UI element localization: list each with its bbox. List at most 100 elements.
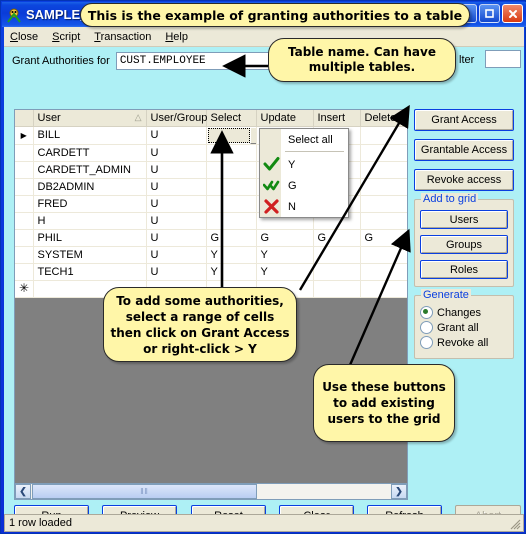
- context-menu-item-g-label: G: [288, 179, 297, 192]
- row-marker[interactable]: [15, 161, 34, 179]
- scroll-left-arrow[interactable]: ❮: [15, 484, 31, 499]
- cell-delete[interactable]: [360, 212, 407, 230]
- menu-item-script[interactable]: Script: [52, 31, 80, 43]
- cell-usergroup[interactable]: U: [146, 178, 207, 196]
- cell-update[interactable]: G: [256, 229, 314, 247]
- cell-usergroup[interactable]: U: [146, 161, 207, 179]
- cell-usergroup[interactable]: U: [146, 126, 207, 145]
- filter-input[interactable]: [485, 50, 521, 68]
- cell-editor-box[interactable]: [207, 127, 250, 143]
- chevron-down-icon[interactable]: ▼: [249, 126, 255, 143]
- add-roles-button[interactable]: Roles: [420, 260, 508, 279]
- cell-usergroup[interactable]: U: [146, 144, 207, 162]
- col-header-delete[interactable]: Delete: [360, 110, 407, 127]
- grid-horizontal-scrollbar[interactable]: ❮ ‖‖ ❯: [14, 483, 408, 500]
- col-header-usergroup[interactable]: User/Group: [146, 110, 207, 127]
- cell-select[interactable]: ▼: [206, 126, 257, 145]
- revoke-access-button[interactable]: Revoke access: [414, 169, 514, 191]
- cell-insert[interactable]: [313, 263, 361, 281]
- context-menu-select-all[interactable]: Select all: [260, 129, 348, 150]
- cell-delete[interactable]: [360, 263, 407, 281]
- cell-delete[interactable]: [360, 144, 407, 162]
- context-menu-item-n[interactable]: N: [260, 196, 348, 217]
- row-marker[interactable]: [15, 195, 34, 213]
- add-to-grid-title: Add to grid: [421, 193, 479, 205]
- grantable-access-button[interactable]: Grantable Access: [414, 139, 514, 161]
- table-row[interactable]: PHIL U G G G G: [15, 229, 407, 247]
- cell-user[interactable]: H: [33, 212, 147, 230]
- row-marker[interactable]: [15, 178, 34, 196]
- cell-select[interactable]: [206, 212, 257, 230]
- menu-item-help[interactable]: Help: [165, 31, 188, 43]
- cell-select[interactable]: [206, 178, 257, 196]
- add-users-button[interactable]: Users: [420, 210, 508, 229]
- row-marker[interactable]: [15, 263, 34, 281]
- resize-grip-icon[interactable]: [509, 518, 521, 530]
- cell-user[interactable]: DB2ADMIN: [33, 178, 147, 196]
- close-button[interactable]: [502, 4, 523, 23]
- grant-access-button[interactable]: Grant Access: [414, 109, 514, 131]
- cell-delete[interactable]: [360, 178, 407, 196]
- cell-insert[interactable]: G: [313, 229, 361, 247]
- cell-select[interactable]: Y: [206, 246, 257, 264]
- cell-context-menu[interactable]: Select all Y G N: [259, 128, 349, 218]
- cell-select[interactable]: Y: [206, 263, 257, 281]
- scroll-right-arrow[interactable]: ❯: [391, 484, 407, 499]
- col-header-update[interactable]: Update: [256, 110, 314, 127]
- new-record-cell[interactable]: [313, 280, 361, 298]
- scroll-thumb[interactable]: ‖‖: [32, 484, 257, 499]
- row-marker[interactable]: [15, 212, 34, 230]
- menu-item-transaction[interactable]: Transaction: [94, 31, 151, 43]
- table-row[interactable]: TECH1 U Y Y: [15, 263, 407, 281]
- cell-usergroup[interactable]: U: [146, 195, 207, 213]
- cell-delete[interactable]: [360, 126, 407, 145]
- row-marker[interactable]: [15, 246, 34, 264]
- cell-select[interactable]: G: [206, 229, 257, 247]
- cell-select[interactable]: [206, 195, 257, 213]
- new-record-icon[interactable]: ✳: [15, 280, 34, 298]
- row-marker[interactable]: [15, 229, 34, 247]
- status-bar: 1 row loaded: [4, 514, 524, 532]
- cell-user[interactable]: TECH1: [33, 263, 147, 281]
- cell-usergroup[interactable]: U: [146, 229, 207, 247]
- menu-item-close[interactable]: Close: [10, 31, 38, 43]
- col-header-user[interactable]: User △: [33, 110, 147, 127]
- cell-delete[interactable]: G: [360, 229, 407, 247]
- cell-usergroup[interactable]: U: [146, 212, 207, 230]
- cell-delete[interactable]: [360, 161, 407, 179]
- add-groups-button[interactable]: Groups: [420, 235, 508, 254]
- cell-user[interactable]: CARDETT: [33, 144, 147, 162]
- radio-revoke-all[interactable]: Revoke all: [420, 336, 508, 349]
- table-row[interactable]: SYSTEM U Y Y: [15, 246, 407, 264]
- radio-changes[interactable]: Changes: [420, 306, 508, 319]
- asterisk-icon: ✳: [19, 281, 30, 295]
- cell-user[interactable]: BILL: [33, 126, 147, 145]
- context-menu-item-y[interactable]: Y: [260, 154, 348, 175]
- cell-user[interactable]: FRED: [33, 195, 147, 213]
- cell-update[interactable]: Y: [256, 246, 314, 264]
- cell-insert[interactable]: [313, 246, 361, 264]
- context-menu-item-g[interactable]: G: [260, 175, 348, 196]
- cell-update[interactable]: Y: [256, 263, 314, 281]
- cell-user[interactable]: CARDETT_ADMIN: [33, 161, 147, 179]
- cell-usergroup[interactable]: U: [146, 263, 207, 281]
- col-header-select[interactable]: Select: [206, 110, 257, 127]
- radio-grant-all[interactable]: Grant all: [420, 321, 508, 334]
- col-header-insert[interactable]: Insert: [313, 110, 361, 127]
- cell-delete[interactable]: [360, 195, 407, 213]
- maximize-button[interactable]: [479, 4, 500, 23]
- cell-usergroup[interactable]: U: [146, 246, 207, 264]
- cell-select[interactable]: [206, 161, 257, 179]
- row-marker[interactable]: ▶: [15, 126, 34, 145]
- cell-user[interactable]: SYSTEM: [33, 246, 147, 264]
- app-icon: [6, 7, 22, 23]
- context-menu-item-y-label: Y: [288, 158, 296, 171]
- radio-revoke-all-indicator: [420, 336, 433, 349]
- new-record-cell[interactable]: [360, 280, 407, 298]
- green-double-check-icon: [262, 177, 280, 194]
- col-header-user-label: User: [37, 111, 61, 124]
- cell-user[interactable]: PHIL: [33, 229, 147, 247]
- row-marker[interactable]: [15, 144, 34, 162]
- cell-select[interactable]: [206, 144, 257, 162]
- cell-delete[interactable]: [360, 246, 407, 264]
